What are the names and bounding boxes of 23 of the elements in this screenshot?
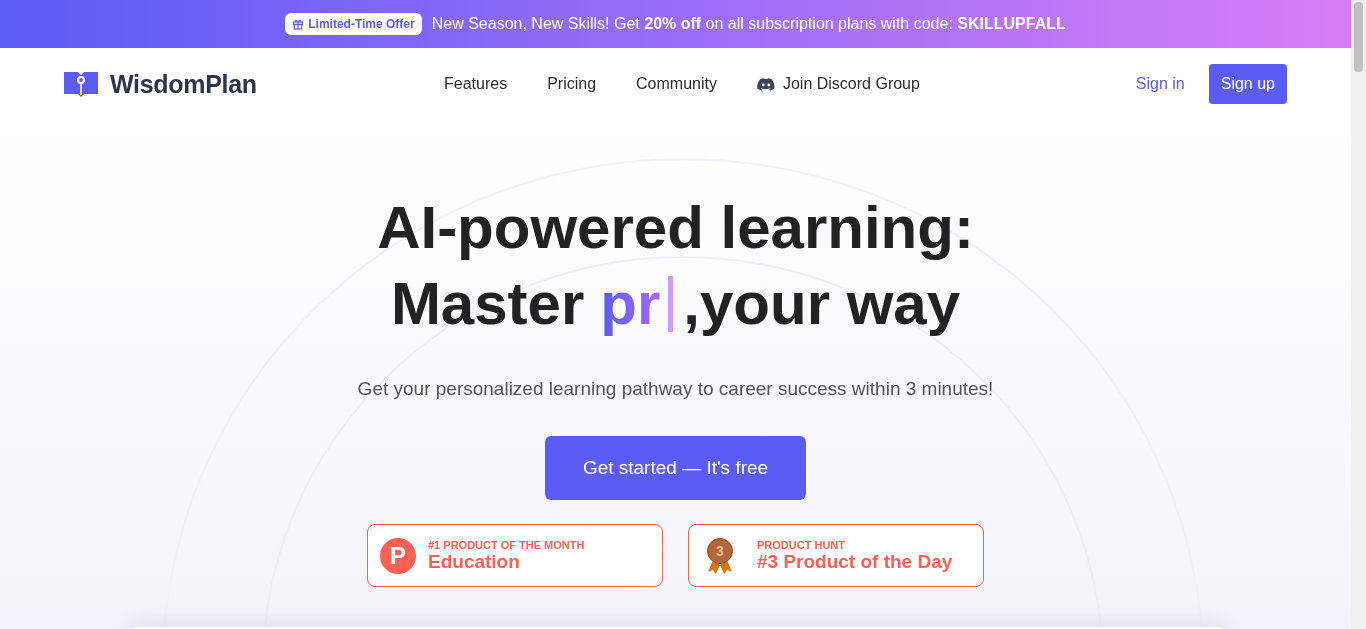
book-pin-icon <box>64 71 98 97</box>
get-started-button[interactable]: Get started — It's free <box>545 436 806 500</box>
scrollbar[interactable] <box>1351 0 1366 629</box>
discord-icon <box>756 77 775 91</box>
nav-link[interactable]: Features <box>444 75 508 93</box>
award-label: PRODUCT HUNT <box>757 538 846 551</box>
headline: Master <box>390 269 585 339</box>
award-title: Education <box>428 550 521 573</box>
offer-badge-label: Limited-Time Offer <box>308 17 415 31</box>
promo-message: New Season, New Skills! Get 20% off on all subscription plans with code: SKILLUPFALL <box>431 15 1066 33</box>
nav-link[interactable]: Join Discord Group <box>756 75 920 93</box>
award-title: #3 Product of the Day <box>757 550 953 573</box>
sign-up-button[interactable]: Sign up <box>1208 64 1287 104</box>
subtitle: Get your personalized learning pathway to career success within 3 minutes! <box>357 378 994 400</box>
headline: AI-powered learning: <box>377 193 974 263</box>
nav-link[interactable]: Community <box>636 75 717 93</box>
sign-in-link[interactable]: Sign in <box>1135 75 1185 93</box>
nav-link[interactable]: Pricing <box>547 75 597 93</box>
award-label: #1 PRODUCT OF THE MONTH <box>428 538 585 551</box>
headline: ,your way <box>683 269 961 339</box>
gift-icon <box>292 18 305 30</box>
product-hunt-logo: P <box>380 537 416 574</box>
brand-name[interactable]: WisdomPlan <box>110 69 257 99</box>
